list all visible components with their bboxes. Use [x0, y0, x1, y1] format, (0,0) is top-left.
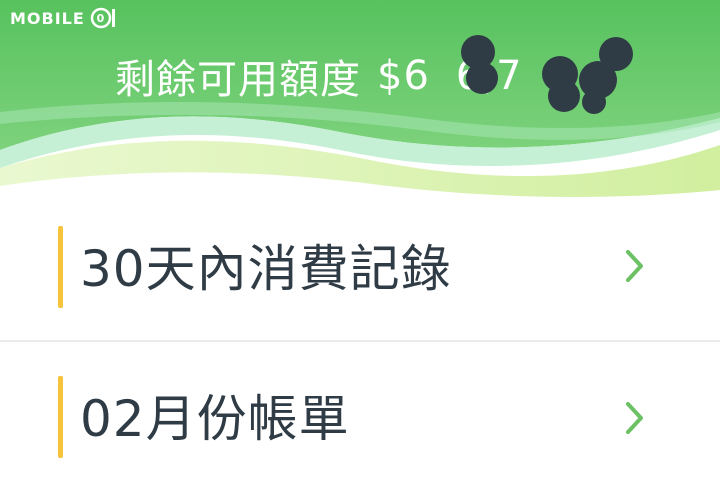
mobile01-logo-icon: 0 — [90, 7, 115, 29]
menu-item-label: 30天內消費記錄 — [80, 240, 452, 298]
chevron-right-icon — [626, 402, 643, 434]
available-credit-label: 剩餘可用額度 — [115, 57, 361, 103]
credit-header: MOBILE 0 剩餘可用額度 $66,7 — [0, 0, 720, 200]
watermark-text: MOBILE — [10, 8, 85, 28]
menu-item-accent-bar — [58, 226, 63, 308]
menu-item-label: 02月份帳單 — [80, 390, 350, 448]
mobile01-watermark: MOBILE 0 — [10, 6, 119, 30]
menu-item-accent-bar — [58, 376, 63, 458]
menu-item-monthly-statement[interactable]: 02月份帳單 — [0, 342, 720, 482]
svg-text:0: 0 — [96, 12, 105, 25]
screen: MOBILE 0 剩餘可用額度 $66,7 — [0, 0, 720, 485]
redaction-blobs-icon — [461, 35, 633, 114]
menu-item-30day-transactions[interactable]: 30天內消費記錄 — [0, 200, 720, 340]
amount-prefix: $6 — [377, 53, 430, 99]
chevron-right-icon — [626, 250, 643, 282]
